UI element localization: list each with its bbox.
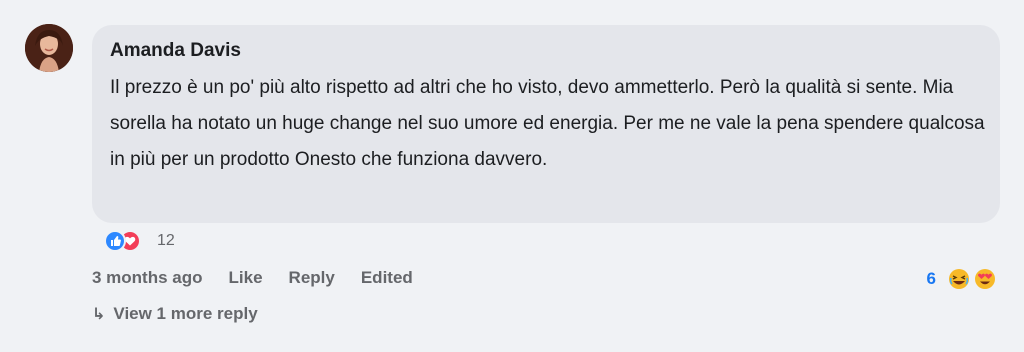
reply-button[interactable]: Reply — [289, 268, 335, 288]
reply-reaction-count: 6 — [926, 269, 936, 288]
comment-text: Il prezzo è un po' più alto rispetto ad … — [110, 77, 985, 170]
timestamp[interactable]: 3 months ago — [92, 268, 203, 288]
view-more-label: View 1 more reply — [113, 304, 258, 323]
comment-bubble: Amanda Davis Il prezzo è un po' più alto… — [92, 25, 1000, 223]
reply-reaction-summary[interactable]: 6 — [927, 268, 996, 290]
avatar[interactable] — [25, 24, 73, 72]
reply-arrow-icon: ↳ — [92, 306, 106, 323]
heart-eyes-emoji-icon — [975, 269, 995, 289]
like-button[interactable]: Like — [229, 268, 263, 288]
view-more-replies[interactable]: ↳ View 1 more reply — [92, 304, 258, 324]
edited-label[interactable]: Edited — [361, 268, 413, 288]
reaction-summary[interactable]: 12 — [104, 230, 175, 252]
comment-author[interactable]: Amanda Davis — [110, 39, 982, 63]
like-icon — [104, 230, 126, 252]
laughing-emoji-icon — [949, 269, 969, 289]
comment-actions: 3 months ago Like Reply Edited — [92, 268, 439, 288]
reaction-count: 12 — [157, 232, 175, 249]
